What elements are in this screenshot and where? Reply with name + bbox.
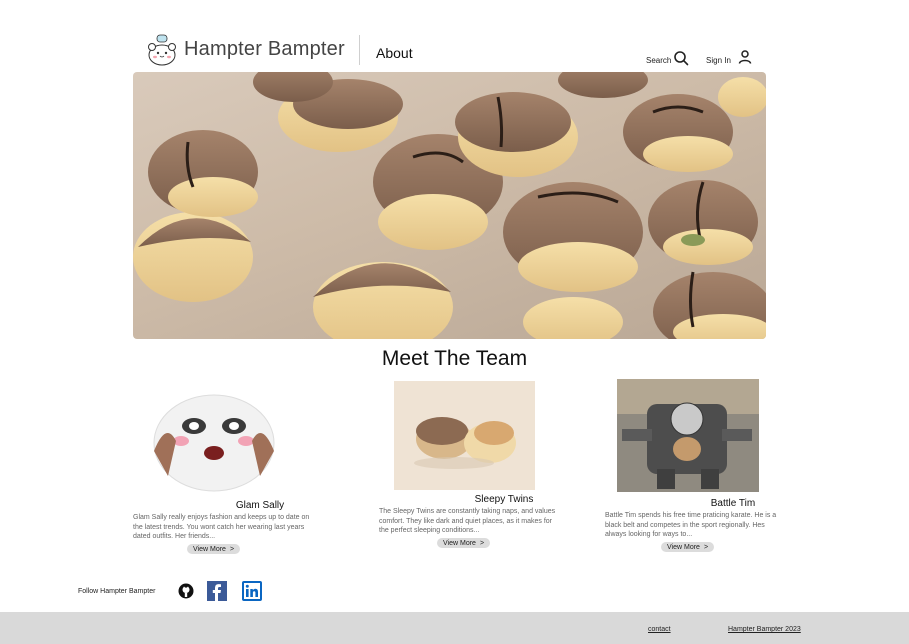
view-more-button[interactable]: View More > [187, 544, 241, 554]
view-more-button[interactable]: View More > [661, 542, 715, 552]
member-description: Battle Tim spends his free time praticin… [605, 512, 777, 538]
facebook-icon[interactable] [207, 581, 227, 601]
chevron-right-icon: > [479, 539, 485, 547]
view-more-label: View More [667, 543, 700, 551]
brand-name[interactable]: Hampter Bampter [184, 38, 345, 61]
view-more-button[interactable]: View More > [437, 538, 491, 548]
member-name: Battle Tim [710, 498, 756, 509]
nav-about[interactable]: About [376, 45, 413, 61]
chevron-right-icon: > [703, 543, 709, 551]
github-icon[interactable] [178, 583, 194, 599]
cookie [133, 212, 253, 302]
header-divider [359, 35, 360, 65]
hero-image [133, 72, 766, 339]
member-photo-glam-sally [146, 381, 282, 493]
member-name: Sleepy Twins [474, 494, 534, 505]
view-more-label: View More [443, 539, 476, 547]
member-description: The Sleepy Twins are constantly taking n… [379, 508, 556, 534]
contact-link[interactable]: contact [648, 626, 671, 633]
search-icon[interactable] [673, 50, 689, 66]
member-description: Glam Sally really enjoys fashion and kee… [133, 514, 310, 540]
signin-label[interactable]: Sign In [706, 56, 731, 65]
view-more-label: View More [193, 545, 226, 553]
follow-label: Follow Hampter Bampter [78, 588, 156, 595]
linkedin-icon[interactable] [242, 581, 262, 601]
search-label[interactable]: Search [646, 56, 671, 65]
chevron-right-icon: > [229, 545, 235, 553]
section-title: Meet The Team [381, 347, 528, 370]
member-photo-battle-tim [617, 379, 759, 492]
user-icon[interactable] [737, 49, 753, 65]
logo-icon[interactable] [145, 33, 179, 67]
member-photo-sleepy-twins [394, 381, 535, 490]
member-name: Glam Sally [235, 500, 285, 511]
copyright-link[interactable]: Hampter Bampter 2023 [728, 626, 801, 633]
